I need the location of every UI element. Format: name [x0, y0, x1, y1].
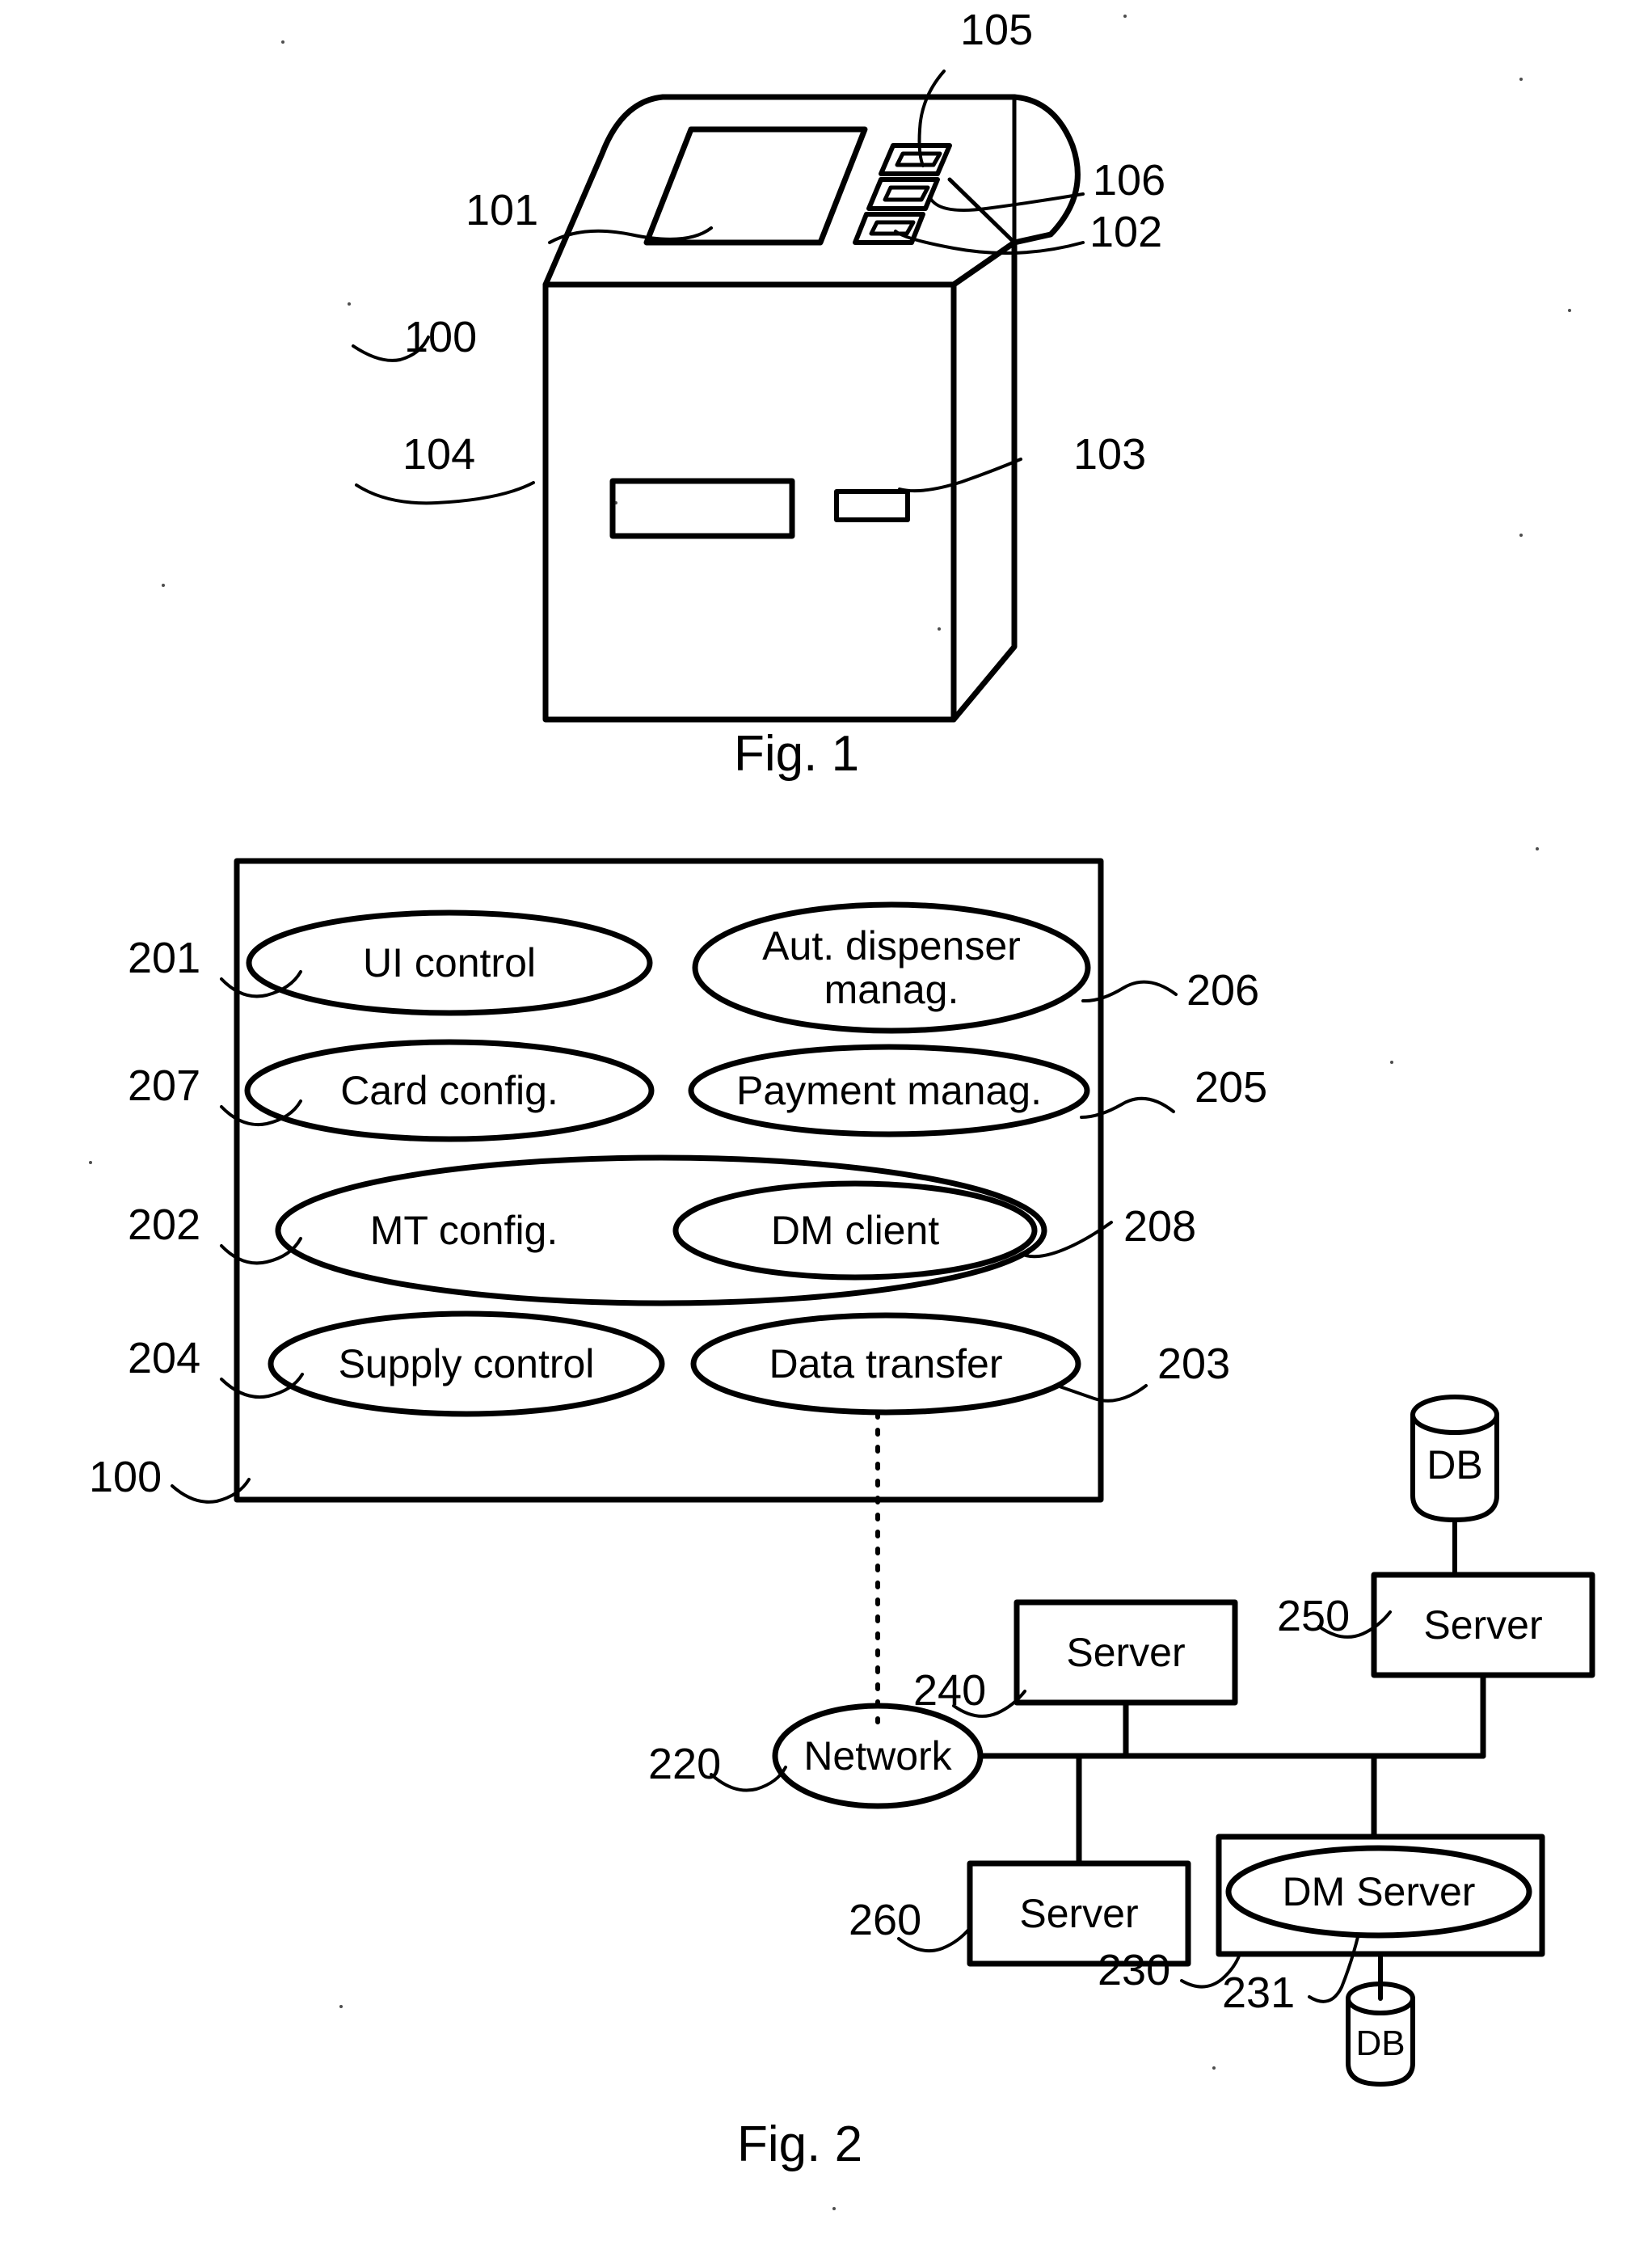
database-label-250: DB: [1427, 1442, 1483, 1488]
ref-numeral-101: 101: [466, 186, 539, 234]
receipt-slot: [866, 177, 940, 211]
atm-front-face: [542, 281, 957, 723]
network-label: Network: [803, 1733, 952, 1779]
patent-drawing-sheet: 105 101 106 102 100 104 103 Fig. 1 UI co…: [0, 0, 1652, 2262]
leader-102: [894, 230, 1085, 255]
dm-server-label-231: DM Server: [1282, 1869, 1476, 1914]
module-label-204: Supply control: [338, 1341, 595, 1386]
ref-numeral-230: 230: [1098, 1946, 1171, 1994]
module-label-202: MT config.: [369, 1208, 558, 1253]
scan-speck: [339, 2005, 343, 2008]
leader-206: [1081, 980, 1178, 1003]
scan-speck: [1536, 847, 1539, 850]
cash-dispenser-opening: [609, 478, 795, 539]
ref-numeral-250: 250: [1277, 1592, 1351, 1640]
scan-speck: [1390, 1061, 1393, 1064]
card-reader-slot-inner: [895, 151, 942, 167]
display-screen: [643, 126, 868, 246]
module-label-206-line1: Aut. dispenser: [762, 923, 1021, 969]
card-reader-slot: [879, 143, 952, 176]
figure-1-caption: Fig. 1: [734, 726, 860, 782]
leader-104: [355, 481, 535, 505]
atm-illustration: [352, 70, 1085, 723]
module-label-208: DM client: [770, 1208, 940, 1253]
ref-numeral-103: 103: [1073, 430, 1147, 479]
ref-numeral-208: 208: [1123, 1202, 1197, 1251]
keypad-slot-inner: [869, 220, 916, 236]
scan-speck: [1212, 2066, 1216, 2070]
scan-speck: [348, 302, 351, 306]
scan-speck: [1568, 309, 1571, 312]
atm-top-left-edge: [542, 94, 1018, 288]
leader-202: [220, 1237, 302, 1265]
ref-numeral-100-fig2: 100: [89, 1453, 162, 1501]
scan-speck: [1123, 15, 1127, 18]
leader-106: [928, 192, 1085, 213]
scan-speck: [832, 2207, 836, 2210]
drawing-vector-layer: [171, 70, 1595, 2087]
ref-numeral-231: 231: [1222, 1969, 1296, 2017]
scan-speck: [89, 1161, 92, 1164]
ref-numeral-202: 202: [128, 1201, 201, 1249]
figure-2-caption: Fig. 2: [737, 2116, 863, 2172]
database-label-231: DB: [1355, 2024, 1405, 2064]
ref-numeral-260: 260: [849, 1896, 922, 1944]
leader-103: [898, 458, 1022, 493]
server-label-260: Server: [1019, 1891, 1139, 1936]
ref-numeral-106: 106: [1093, 156, 1166, 205]
module-label-206-line2: manag.: [824, 967, 959, 1012]
server-label-240: Server: [1066, 1630, 1186, 1675]
scan-speck: [281, 40, 284, 44]
ref-numeral-102: 102: [1089, 208, 1163, 256]
leader-105: [917, 70, 946, 167]
leader-205: [1080, 1096, 1175, 1119]
ref-numeral-207: 207: [128, 1061, 201, 1110]
ref-numeral-204: 204: [128, 1334, 201, 1382]
leader-204: [220, 1373, 304, 1399]
scan-speck: [162, 584, 165, 587]
scan-speck: [938, 627, 941, 631]
module-label-207: Card config.: [340, 1068, 558, 1113]
scan-speck: [1519, 78, 1523, 81]
module-label-206: Aut. dispenser manag.: [722, 924, 1061, 1011]
module-label-203: Data transfer: [769, 1341, 1003, 1386]
leader-220: [710, 1766, 787, 1792]
ref-numeral-220: 220: [648, 1740, 722, 1788]
scan-speck: [614, 501, 617, 504]
receipt-slot-inner: [883, 185, 930, 202]
ref-numeral-105: 105: [960, 6, 1034, 54]
ref-numeral-240: 240: [913, 1666, 987, 1715]
deposit-opening: [834, 489, 910, 522]
ref-numeral-104: 104: [402, 430, 476, 479]
ref-numeral-203: 203: [1157, 1340, 1231, 1388]
ref-numeral-206: 206: [1186, 966, 1260, 1015]
ref-numeral-205: 205: [1195, 1063, 1268, 1112]
atm-top-curved-cap: [1011, 94, 1081, 246]
server-label-250: Server: [1423, 1602, 1543, 1648]
ref-numeral-100-fig1: 100: [404, 313, 478, 361]
module-label-205: Payment manag.: [736, 1068, 1042, 1113]
module-label-201: UI control: [363, 940, 536, 985]
scan-speck: [1519, 534, 1523, 537]
ref-numeral-201: 201: [128, 934, 201, 982]
database-cylinder-top-250: [1410, 1395, 1499, 1435]
